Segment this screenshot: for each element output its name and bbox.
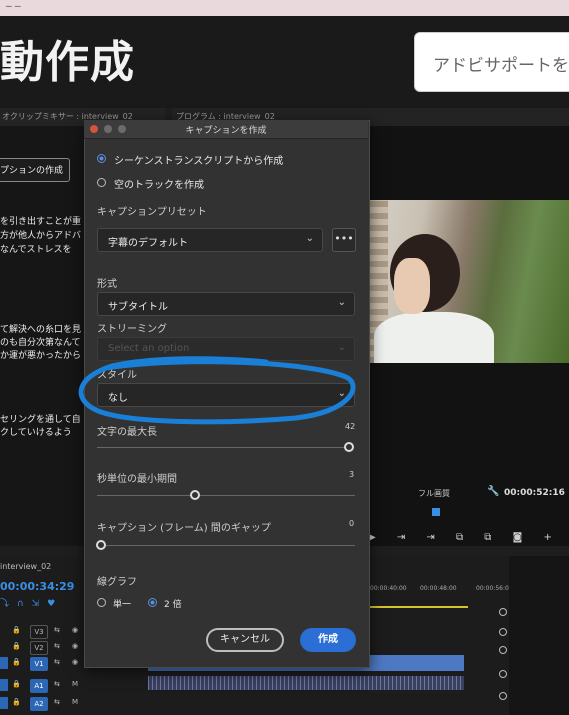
browser-tab-strip: _ _ [0, 0, 569, 16]
transport-controls[interactable]: ▶ ⇥ ⇥ ⧉ ⧉ ◙ + [368, 532, 569, 550]
lines-label: 線グラフ [97, 577, 137, 588]
max-chars-label: 文字の最大長 [97, 427, 157, 438]
transcript-line: クしていけるよう [0, 428, 72, 438]
format-value: サブタイトル [108, 302, 168, 313]
chevron-down-icon: ⌄ [305, 233, 314, 244]
cancel-button[interactable]: キャンセル [206, 628, 284, 652]
wrench-icon[interactable]: 🔧 [487, 486, 499, 497]
dialog-title: キャプションを作成 [185, 126, 267, 136]
scroll-handle[interactable] [499, 670, 507, 678]
track-label[interactable]: A2 [30, 697, 48, 711]
min-duration-track[interactable] [97, 495, 355, 496]
mute-icon[interactable]: M [72, 698, 78, 706]
radio-empty-track-label[interactable]: 空のトラックを作成 [114, 176, 204, 191]
more-options-button[interactable]: ••• [332, 228, 356, 252]
audio-clip[interactable] [148, 676, 464, 690]
search-input[interactable]: アドビサポートを [414, 32, 569, 92]
sync-icon[interactable]: ⇆ [54, 658, 60, 666]
sync-icon[interactable]: ⇆ [54, 626, 60, 634]
radio-double-line[interactable] [148, 598, 157, 607]
radio-transcript-label[interactable]: シーケンストランスクリプトから作成 [114, 152, 283, 167]
gap-slider[interactable] [96, 540, 106, 550]
playhead-marker[interactable] [432, 508, 440, 516]
lock-icon[interactable]: 🔒 [12, 680, 21, 688]
mute-icon[interactable]: M [72, 680, 78, 688]
radio-empty-track[interactable] [97, 178, 106, 187]
track-label[interactable]: A1 [30, 679, 48, 693]
max-chars-track[interactable] [97, 447, 351, 448]
streaming-label: ストリーミング [97, 324, 167, 335]
gap-value: 0 [349, 519, 355, 528]
eye-icon[interactable]: ◉ [72, 626, 78, 634]
transcript-line: て解決への糸口を見 [0, 325, 82, 335]
transcript-line: のも自分次第なんて [0, 338, 81, 348]
radio-double-label[interactable]: 2 倍 [164, 597, 182, 610]
track-label[interactable]: V1 [30, 657, 48, 671]
search-placeholder: アドビサポートを [433, 56, 569, 76]
format-label: 形式 [97, 279, 117, 290]
scroll-handle[interactable] [499, 692, 507, 700]
lock-icon[interactable]: 🔒 [12, 626, 21, 634]
chevron-down-icon: ⌄ [337, 297, 346, 308]
transcript-line: なんでストレスを [0, 245, 72, 255]
track-row-a2[interactable]: 🔒 A2 ⇆ M [0, 697, 150, 711]
eye-icon[interactable]: ◉ [72, 658, 78, 666]
preset-select[interactable]: 字幕のデフォルト ⌄ [97, 228, 323, 252]
sync-icon[interactable]: ⇆ [54, 698, 60, 706]
max-chars-value: 42 [345, 422, 356, 431]
eye-icon[interactable]: ◉ [72, 642, 78, 650]
min-duration-value: 3 [349, 470, 355, 479]
quality-select[interactable]: フル画質 [418, 488, 450, 499]
lock-icon[interactable]: 🔒 [12, 698, 21, 706]
radio-transcript[interactable] [97, 154, 106, 163]
lock-icon[interactable]: 🔒 [12, 642, 21, 650]
program-timecode: 00:00:52:16 [504, 488, 565, 498]
track-row-a1[interactable]: 🔒 A1 ⇆ M [0, 679, 150, 693]
tab-strip-text: _ _ [6, 0, 21, 7]
page-title: 動作成 [0, 37, 135, 88]
scroll-handle[interactable] [499, 608, 507, 616]
transcript-line: を引き出すことが重 [0, 217, 82, 227]
gap-label: キャプション (フレーム) 間のギャップ [97, 523, 271, 534]
preset-value: 字幕のデフォルト [108, 238, 188, 249]
create-button[interactable]: 作成 [300, 628, 356, 652]
min-duration-label: 秒単位の最小期間 [97, 474, 177, 485]
radio-single-label[interactable]: 単一 [113, 597, 131, 610]
audio-meter-panel [509, 556, 569, 715]
sync-icon[interactable]: ⇆ [54, 680, 60, 688]
video-frame [368, 200, 569, 363]
max-chars-slider[interactable] [344, 442, 354, 452]
min-duration-slider[interactable] [190, 490, 200, 500]
timeline-tab[interactable]: interview_02 [0, 562, 51, 571]
radio-single-line[interactable] [97, 598, 106, 607]
format-select[interactable]: サブタイトル ⌄ [97, 292, 355, 316]
gap-track[interactable] [97, 545, 355, 546]
scroll-handle[interactable] [499, 628, 507, 636]
track-label[interactable]: V2 [30, 641, 48, 655]
preset-label: キャプションプリセット [97, 207, 207, 218]
annotation-circle [78, 356, 356, 425]
transcript-panel: を引き出すことが重 方が他人からアドバ なんでストレスを て解決への糸口を見 の… [0, 126, 84, 546]
transcript-line: 方が他人からアドバ [0, 231, 82, 241]
timeline-tools[interactable]: ⤵∩⇲♥ [0, 596, 63, 609]
scroll-handle[interactable] [499, 646, 507, 654]
track-label[interactable]: V3 [30, 625, 48, 639]
timeline-timecode[interactable]: 00:00:34:29 [0, 580, 74, 593]
sync-icon[interactable]: ⇆ [54, 642, 60, 650]
lock-icon[interactable]: 🔒 [12, 658, 21, 666]
dialog-titlebar[interactable]: キャプションを作成 [84, 120, 368, 139]
work-area-bar [368, 606, 468, 608]
create-captions-button[interactable]: プションの作成 [0, 158, 70, 182]
